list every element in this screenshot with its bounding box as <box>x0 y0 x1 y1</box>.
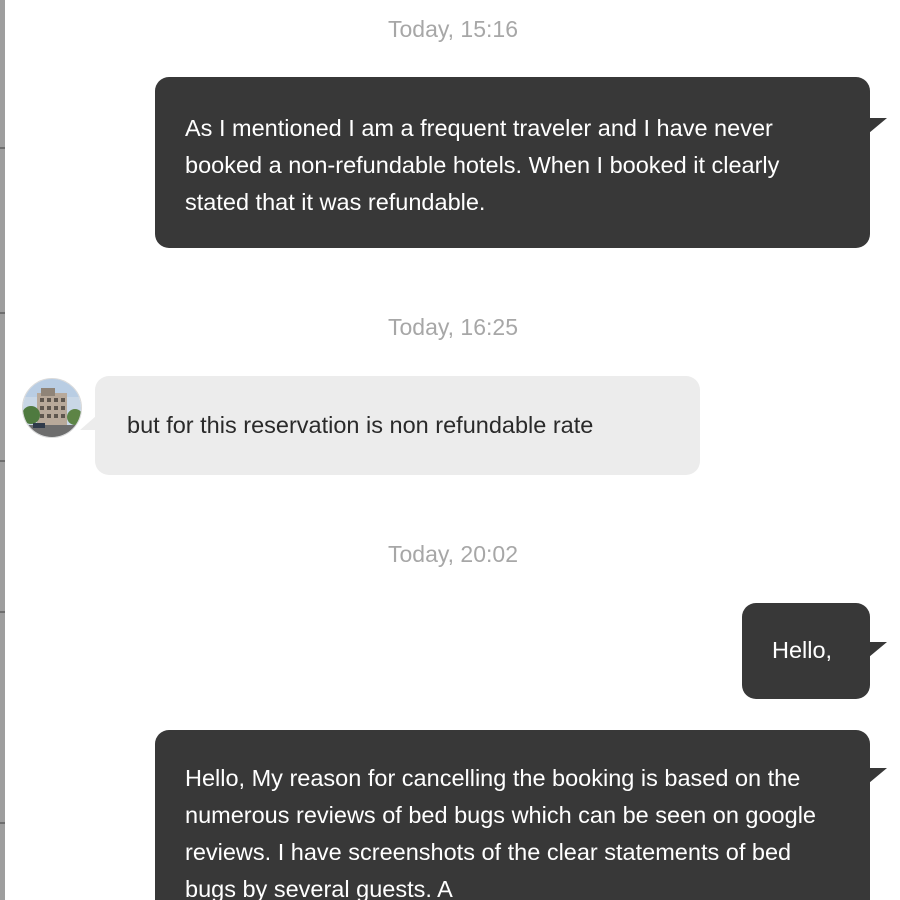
edge-mark <box>0 822 5 824</box>
message-text: Hello, <box>772 637 833 663</box>
message-text: As I mentioned I am a frequent traveler … <box>185 115 780 215</box>
hotel-photo-avatar-image <box>23 379 81 437</box>
outgoing-message-bubble[interactable]: As I mentioned I am a frequent traveler … <box>155 77 870 248</box>
message-text: Hello, My reason for cancelling the book… <box>185 765 816 900</box>
chat-window: Today, 15:16 As I mentioned I am a frequ… <box>0 0 900 900</box>
sender-avatar[interactable] <box>22 378 82 438</box>
message-timestamp: Today, 15:16 <box>387 16 518 42</box>
edge-mark <box>0 460 5 462</box>
message-timestamp: Today, 16:25 <box>387 314 518 340</box>
edge-mark <box>0 147 5 149</box>
bubble-tail <box>869 768 887 783</box>
window-left-edge <box>0 0 5 900</box>
outgoing-message-bubble[interactable]: Hello, My reason for cancelling the book… <box>155 730 870 900</box>
message-timestamp: Today, 20:02 <box>387 541 518 567</box>
bubble-tail <box>869 642 887 657</box>
outgoing-message-bubble[interactable]: Hello, <box>742 603 870 699</box>
bubble-tail <box>80 416 96 430</box>
incoming-message-bubble[interactable]: but for this reservation is non refundab… <box>95 376 700 475</box>
bubble-tail <box>869 118 887 133</box>
message-text: but for this reservation is non refundab… <box>127 412 594 438</box>
edge-mark <box>0 611 5 613</box>
